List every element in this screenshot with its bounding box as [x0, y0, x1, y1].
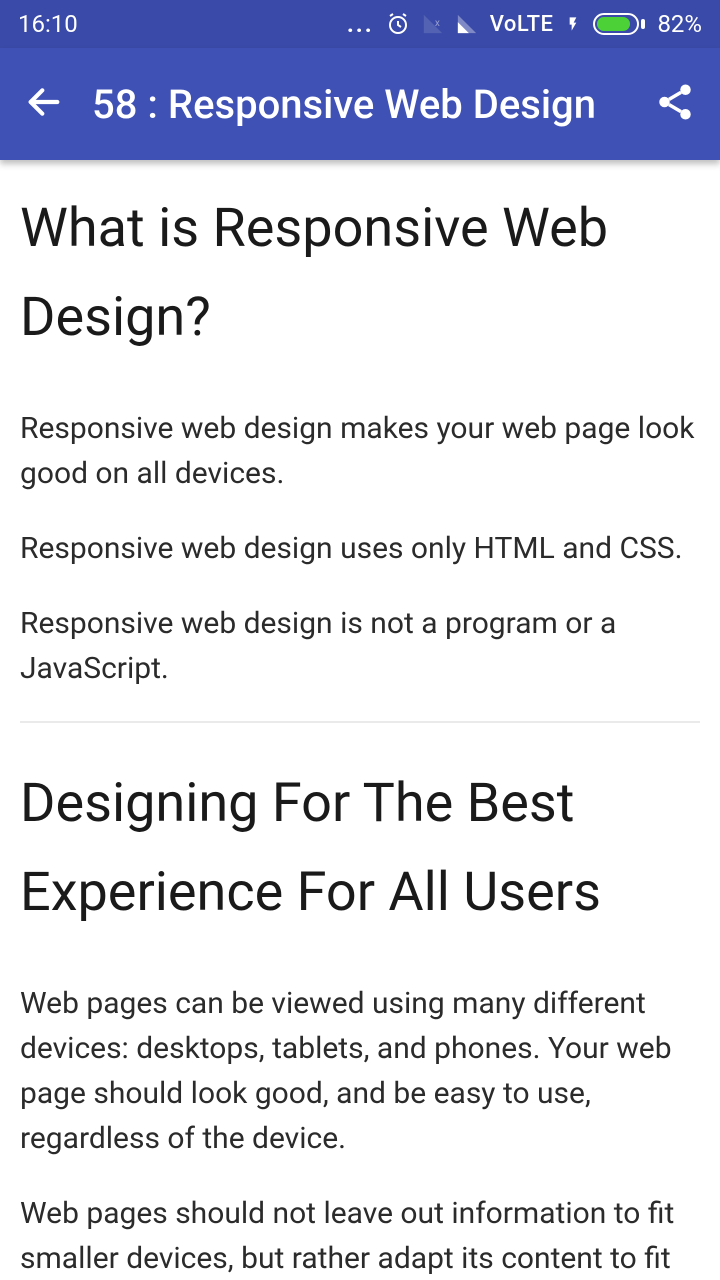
signal-2-icon: [456, 13, 478, 35]
paragraph: Responsive web design makes your web pag…: [20, 406, 700, 496]
status-bar: 16:10 ... x VoLTE: [0, 0, 720, 48]
app-bar: 58 : Responsive Web Design: [0, 48, 720, 160]
signal-1-icon: x: [422, 13, 444, 35]
svg-text:x: x: [435, 18, 440, 29]
status-right: ... x VoLTE 82%: [347, 10, 702, 38]
paragraph: Responsive web design is not a program o…: [20, 601, 700, 691]
battery-percent: 82%: [657, 10, 702, 38]
alarm-icon: [386, 12, 410, 36]
article-content: What is Responsive Web Design? Responsiv…: [0, 160, 720, 1280]
heading-1: What is Responsive Web Design?: [20, 184, 700, 362]
back-button[interactable]: [24, 82, 64, 126]
paragraph: Responsive web design uses only HTML and…: [20, 526, 700, 571]
page-title: 58 : Responsive Web Design: [92, 81, 634, 128]
divider: [20, 721, 700, 723]
more-dots-icon: ...: [347, 10, 374, 38]
volte-label: VoLTE: [490, 12, 554, 37]
charging-icon: [565, 13, 581, 35]
paragraph: Web pages should not leave out informati…: [20, 1191, 700, 1280]
battery-icon: [593, 13, 645, 35]
heading-2: Designing For The Best Experience For Al…: [20, 759, 700, 937]
share-button[interactable]: [654, 81, 696, 127]
paragraph: Web pages can be viewed using many diffe…: [20, 981, 700, 1161]
status-time: 16:10: [18, 10, 78, 38]
